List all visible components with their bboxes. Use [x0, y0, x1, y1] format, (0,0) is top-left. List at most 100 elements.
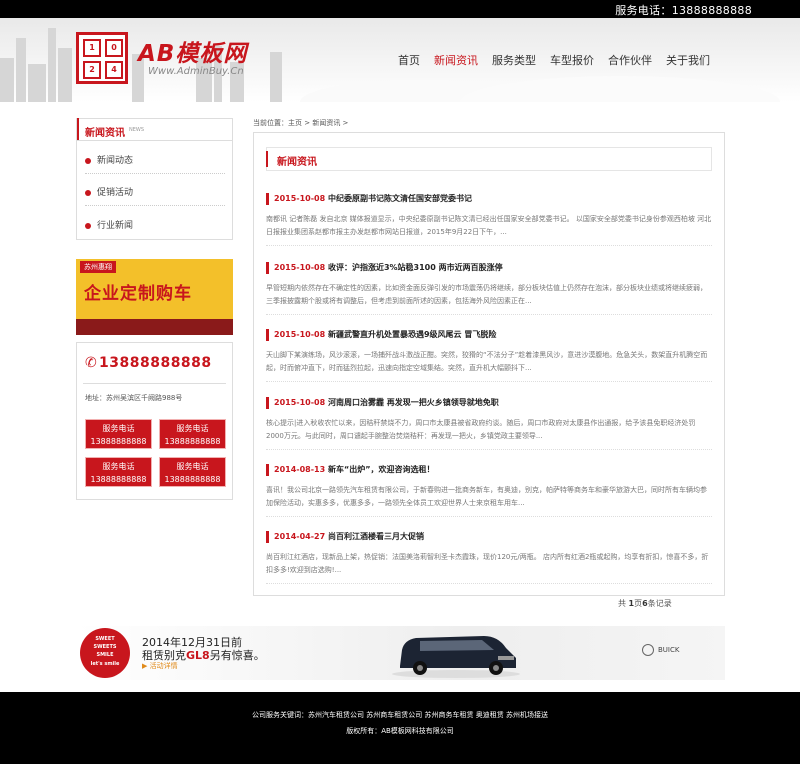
article-title-link[interactable]: 2014-04-27 尚百利江酒楼看三月大促销	[266, 531, 712, 543]
divider	[266, 516, 712, 517]
button-label: 服务电话	[102, 462, 135, 471]
article-summary: 核心提示|进入秋收农忙以来，因秸秆禁烧不力，周口市太康县被省政府约谈。随后，周口…	[266, 419, 696, 440]
article-title: 河南周口治雾霾 再发现一把火乡镇领导就地免职	[327, 398, 499, 407]
title-marker	[266, 531, 269, 543]
page-title: 新闻资讯	[277, 157, 317, 168]
accent-bar	[77, 118, 79, 140]
brand-name: BUICK	[658, 646, 680, 654]
divider	[266, 381, 712, 382]
service-phone-button[interactable]: 服务电话 13888888888	[85, 419, 152, 449]
divider	[266, 449, 712, 450]
article-summary: 喜讯！我公司北京一路领先汽车租赁有限公司，于新春购进一批商务新车，有奥迪，别克，…	[266, 486, 707, 507]
footer-keywords[interactable]: 公司服务关键词：苏州汽车租赁公司 苏州商车租赁公司 苏州商务车租赁 奥迪租赁 苏…	[0, 710, 800, 720]
divider	[266, 583, 712, 584]
button-label: 服务电话	[102, 424, 135, 433]
sidebar-item-industry-news[interactable]: 行业新闻	[85, 218, 133, 231]
article-summary: 尚百利江红酒店，现新品上架，热促销：法国美洛莉智利圣卡杰霞珠，现价120元/两瓶…	[266, 553, 709, 574]
service-phone-button[interactable]: 服务电话 13888888888	[159, 419, 226, 449]
article-title-link[interactable]: 2014-08-13 新车“出炉”，欢迎咨询选租！	[266, 464, 712, 476]
service-phone-button[interactable]: 服务电话 13888888888	[159, 457, 226, 487]
car-image	[392, 636, 520, 678]
accent-bar	[266, 151, 268, 167]
bullet-icon	[85, 189, 91, 196]
buick-icon	[642, 644, 654, 656]
buick-logo: BUICK	[642, 644, 679, 656]
promo-strip	[76, 319, 233, 335]
sidebar-item-news-dynamics[interactable]: 新闻动态	[85, 153, 133, 166]
promo-ad-banner[interactable]: SWEET SWEETS SMILE let's smile 2014年12月3…	[76, 626, 725, 680]
contact-address: 地址：苏州吴滨区千阙路988号	[85, 394, 183, 402]
title-marker	[266, 329, 269, 341]
article-title: 新车“出炉”，欢迎咨询选租！	[327, 465, 435, 474]
button-number: 13888888888	[164, 475, 221, 484]
divider	[85, 173, 225, 174]
divider	[85, 205, 225, 206]
sidebar-title: 新闻资讯	[85, 128, 125, 139]
article-title: 收评：沪指涨近3%站稳3100 两市近两百股涨停	[327, 263, 503, 272]
site-header: 1 0 2 4 AB模板网 Www.AdminBuy.Cn 首页 新闻资讯 服务…	[0, 18, 800, 102]
promo-tag: 苏州惠翔	[80, 261, 116, 273]
sidebar-item-label: 新闻动态	[97, 156, 134, 166]
article-title-link[interactable]: 2015-10-08 新疆武警直升机处置暴恐遇9级风尾云 冒飞脱险	[266, 329, 712, 341]
footer-copyright: 版权所有：AB模板网科技有限公司	[346, 727, 454, 735]
logo-icon[interactable]: 1 0 2 4	[76, 32, 128, 84]
nav-home[interactable]: 首页	[398, 52, 420, 68]
logo-cell: 0	[105, 39, 123, 57]
service-phone: 服务电话：13888888888	[615, 4, 752, 17]
nav-partners[interactable]: 合作伙伴	[608, 52, 652, 68]
article-title: 尚百利江酒楼看三月大促销	[327, 532, 424, 541]
news-list-panel: 新闻资讯 2015-10-08 中纪委原副书记陈文清任国安部党委书记 南都讯 记…	[253, 132, 725, 596]
main-nav: 首页 新闻资讯 服务类型 车型报价 合作伙伴 关于我们	[384, 52, 710, 68]
sidebar-item-promotions[interactable]: 促销活动	[85, 185, 133, 198]
sidebar-news-panel: 新闻资讯 NEWS 新闻动态 促销活动 行业新闻	[76, 118, 233, 240]
button-number: 13888888888	[90, 437, 147, 446]
title-marker	[266, 464, 269, 476]
article-date: 2015-10-08	[274, 330, 326, 339]
button-number: 13888888888	[164, 437, 221, 446]
badge-text: let's smile	[90, 661, 120, 667]
news-article: 2014-04-27 尚百利江酒楼看三月大促销 尚百利江红酒店，现新品上架，热促…	[266, 531, 712, 584]
title-marker	[266, 397, 269, 409]
promo-banner[interactable]: 苏州惠翔 企业定制购车	[76, 259, 233, 335]
bullet-icon	[85, 222, 91, 229]
pagination-info: 共 1页6条记录	[618, 598, 672, 609]
news-article: 2015-10-08 中纪委原副书记陈文清任国安部党委书记 南都讯 记者陈磊 发…	[266, 193, 712, 246]
button-number: 13888888888	[90, 475, 147, 484]
sidebar-header: 新闻资讯 NEWS	[77, 118, 232, 141]
site-footer: 公司服务关键词：苏州汽车租赁公司 苏州商车租赁公司 苏州商务车租赁 奥迪租赁 苏…	[0, 692, 800, 764]
article-date: 2014-08-13	[274, 465, 326, 474]
sweet-smile-badge: SWEET SWEETS SMILE let's smile	[80, 628, 130, 678]
promo-text: 企业定制购车	[84, 284, 192, 304]
nav-services[interactable]: 服务类型	[492, 52, 536, 68]
article-date: 2015-10-08	[274, 263, 326, 272]
divider	[266, 245, 712, 246]
article-date: 2014-04-27	[274, 532, 326, 541]
bullet-icon	[85, 157, 91, 164]
news-article: 2015-10-08 收评：沪指涨近3%站稳3100 两市近两百股涨停 早管短期…	[266, 262, 712, 315]
phone-icon: ✆	[85, 355, 97, 371]
service-phone-button[interactable]: 服务电话 13888888888	[85, 457, 152, 487]
badge-text: SWEETS	[93, 644, 117, 650]
article-date: 2015-10-08	[274, 398, 326, 407]
nav-about[interactable]: 关于我们	[666, 52, 710, 68]
main-header: 新闻资讯	[266, 147, 712, 171]
article-title: 中纪委原副书记陈文清任国安部党委书记	[327, 194, 472, 203]
divider	[266, 314, 712, 315]
sidebar-subtitle: NEWS	[129, 127, 145, 133]
article-title-link[interactable]: 2015-10-08 河南周口治雾霾 再发现一把火乡镇领导就地免职	[266, 397, 712, 409]
article-title-link[interactable]: 2015-10-08 收评：沪指涨近3%站稳3100 两市近两百股涨停	[266, 262, 712, 274]
nav-car-prices[interactable]: 车型报价	[550, 52, 594, 68]
news-article: 2015-10-08 新疆武警直升机处置暴恐遇9级风尾云 冒飞脱险 天山脚下某演…	[266, 329, 712, 382]
news-article: 2015-10-08 河南周口治雾霾 再发现一把火乡镇领导就地免职 核心提示|进…	[266, 397, 712, 450]
banner-highlight: GL8	[186, 649, 210, 662]
nav-news[interactable]: 新闻资讯	[434, 52, 478, 68]
pager-prefix: 共	[618, 599, 626, 608]
badge-text: SMILE	[96, 652, 114, 658]
logo-title[interactable]: AB模板网	[138, 34, 247, 68]
title-marker	[266, 193, 269, 205]
breadcrumb[interactable]: 当前位置：主页 > 新闻资讯 >	[253, 118, 348, 128]
article-title-link[interactable]: 2015-10-08 中纪委原副书记陈文清任国安部党委书记	[266, 193, 712, 205]
event-details-link[interactable]: ▶ 活动详情	[142, 661, 178, 671]
top-bar: 服务电话：13888888888	[0, 0, 800, 18]
contact-panel: ✆ 13888888888 地址：苏州吴滨区千阙路988号 服务电话 13888…	[76, 342, 233, 500]
